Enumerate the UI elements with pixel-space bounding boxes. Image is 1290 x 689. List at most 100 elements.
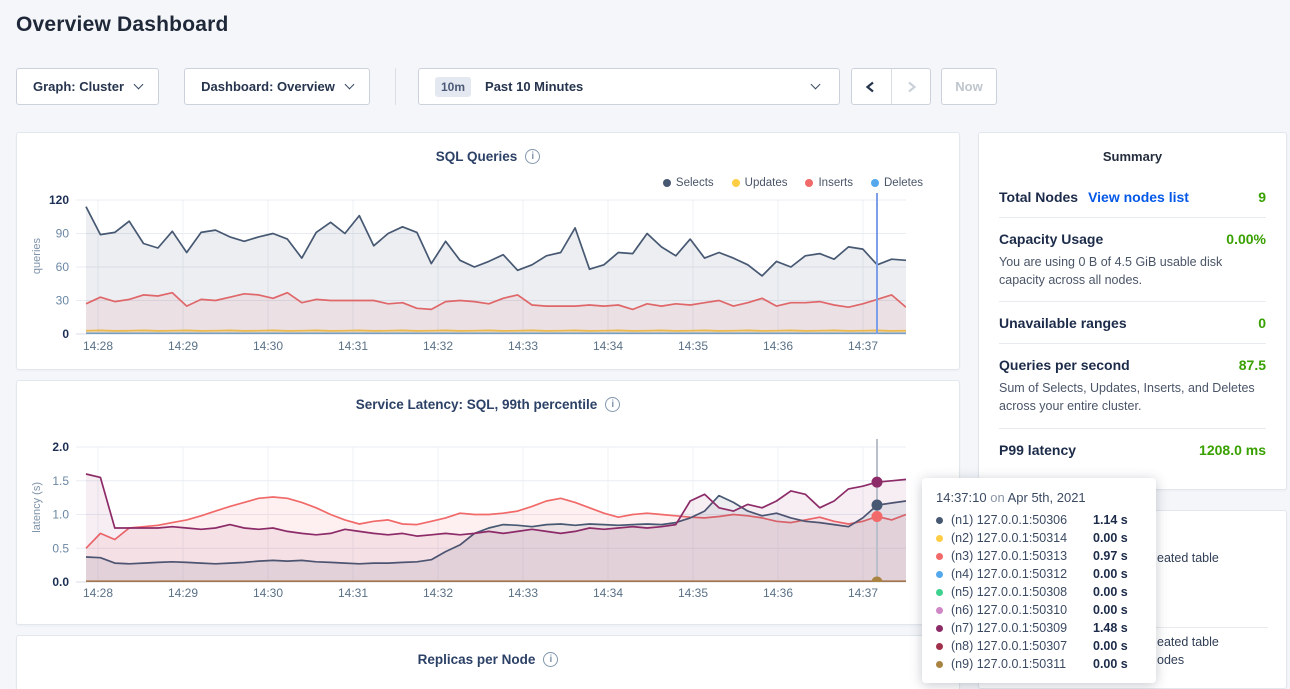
chevron-down-icon: [344, 80, 354, 90]
legend-item-inserts[interactable]: Inserts: [805, 177, 853, 189]
summary-value: 0.00%: [1226, 231, 1266, 247]
tooltip-node-label: (n1) 127.0.0.1:50306: [951, 513, 1093, 527]
tooltip-node-row: (n2) 127.0.0.1:503140.00 s: [936, 529, 1142, 547]
svg-text:14:31: 14:31: [338, 339, 368, 353]
chevron-left-icon: [864, 80, 878, 94]
chevron-down-icon: [811, 80, 821, 90]
tooltip-node-value: 1.48 s: [1093, 621, 1128, 635]
sql-queries-chart[interactable]: 14:2814:2914:3014:3114:3214:3314:3414:35…: [17, 193, 961, 365]
tooltip-node-label: (n7) 127.0.0.1:50309: [951, 621, 1093, 635]
tooltip-node-label: (n6) 127.0.0.1:50310: [951, 603, 1093, 617]
summary-row: Unavailable ranges 0: [999, 301, 1266, 343]
sql-queries-legend: Selects Updates Inserts Deletes: [663, 177, 923, 189]
time-nav-group: [851, 68, 931, 105]
time-back-button[interactable]: [852, 69, 891, 104]
svg-text:14:33: 14:33: [508, 339, 538, 353]
legend-dot-icon: [871, 179, 879, 187]
info-icon[interactable]: i: [525, 149, 540, 164]
tooltip-node-row: (n6) 127.0.0.1:503100.00 s: [936, 601, 1142, 619]
node-color-dot-icon: [936, 661, 943, 668]
svg-text:14:35: 14:35: [678, 586, 708, 600]
event-item-text: eated table: [1157, 635, 1219, 649]
node-color-dot-icon: [936, 589, 943, 596]
summary-label: P99 latency: [999, 442, 1076, 458]
svg-text:14:31: 14:31: [338, 586, 368, 600]
sql-queries-title: SQL Queries: [436, 149, 518, 164]
tooltip-node-value: 1.14 s: [1093, 513, 1128, 527]
tooltip-node-value: 0.00 s: [1093, 639, 1128, 653]
svg-text:1.5: 1.5: [52, 474, 69, 488]
tooltip-node-row: (n1) 127.0.0.1:503061.14 s: [936, 511, 1142, 529]
event-divider: [1155, 627, 1268, 628]
summary-description: Sum of Selects, Updates, Inserts, and De…: [999, 379, 1266, 415]
tooltip-node-row: (n3) 127.0.0.1:503130.97 s: [936, 547, 1142, 565]
summary-value: 87.5: [1239, 357, 1266, 373]
summary-label: Capacity Usage: [999, 231, 1103, 247]
svg-text:14:37: 14:37: [848, 339, 878, 353]
summary-description: You are using 0 B of 4.5 GiB usable disk…: [999, 253, 1266, 289]
time-range-dropdown[interactable]: 10m Past 10 Minutes: [418, 68, 840, 105]
node-color-dot-icon: [936, 553, 943, 560]
svg-text:14:30: 14:30: [253, 586, 283, 600]
tooltip-node-value: 0.00 s: [1093, 567, 1128, 581]
tooltip-node-label: (n5) 127.0.0.1:50308: [951, 585, 1093, 599]
tooltip-node-row: (n9) 127.0.0.1:503110.00 s: [936, 655, 1142, 673]
service-latency-card: Service Latency: SQL, 99th percentile i …: [16, 380, 960, 625]
tooltip-node-value: 0.00 s: [1093, 657, 1128, 671]
legend-label: Updates: [745, 177, 788, 189]
svg-text:0.5: 0.5: [52, 541, 69, 555]
tooltip-node-row: (n7) 127.0.0.1:503091.48 s: [936, 619, 1142, 637]
legend-item-selects[interactable]: Selects: [663, 177, 714, 189]
svg-text:30: 30: [56, 294, 70, 308]
now-button[interactable]: Now: [941, 68, 997, 105]
legend-label: Inserts: [818, 177, 853, 189]
legend-label: Selects: [676, 177, 714, 189]
svg-text:14:32: 14:32: [423, 586, 453, 600]
legend-label: Deletes: [884, 177, 923, 189]
legend-item-deletes[interactable]: Deletes: [871, 177, 923, 189]
event-item-text: odes: [1157, 653, 1184, 667]
tooltip-node-row: (n4) 127.0.0.1:503120.00 s: [936, 565, 1142, 583]
svg-text:120: 120: [49, 193, 69, 207]
svg-text:14:33: 14:33: [508, 586, 538, 600]
svg-text:14:34: 14:34: [593, 586, 623, 600]
legend-dot-icon: [732, 179, 740, 187]
svg-text:0: 0: [62, 327, 69, 341]
svg-text:14:37: 14:37: [848, 586, 878, 600]
summary-label: Unavailable ranges: [999, 315, 1127, 331]
tooltip-node-value: 0.00 s: [1093, 603, 1128, 617]
view-nodes-list-link[interactable]: View nodes list: [1088, 189, 1189, 205]
node-color-dot-icon: [936, 571, 943, 578]
svg-text:14:36: 14:36: [763, 586, 793, 600]
tooltip-timestamp: 14:37:10 on Apr 5th, 2021: [936, 490, 1142, 505]
info-icon[interactable]: i: [605, 397, 620, 412]
summary-value: 0: [1258, 315, 1266, 331]
chart-hover-tooltip: 14:37:10 on Apr 5th, 2021 (n1) 127.0.0.1…: [922, 478, 1156, 683]
legend-dot-icon: [805, 179, 813, 187]
dashboard-dropdown-label: Dashboard: Overview: [201, 79, 335, 94]
graph-dropdown[interactable]: Graph: Cluster: [16, 68, 159, 105]
tooltip-node-label: (n4) 127.0.0.1:50312: [951, 567, 1093, 581]
summary-title: Summary: [999, 149, 1266, 164]
dashboard-dropdown[interactable]: Dashboard: Overview: [184, 68, 370, 105]
legend-dot-icon: [663, 179, 671, 187]
svg-text:14:30: 14:30: [253, 339, 283, 353]
node-color-dot-icon: [936, 625, 943, 632]
tooltip-node-value: 0.00 s: [1093, 585, 1128, 599]
legend-item-updates[interactable]: Updates: [732, 177, 788, 189]
node-color-dot-icon: [936, 607, 943, 614]
svg-text:60: 60: [56, 260, 70, 274]
time-range-label: Past 10 Minutes: [485, 79, 583, 94]
service-latency-title: Service Latency: SQL, 99th percentile: [356, 397, 598, 412]
chevron-right-icon: [904, 80, 918, 94]
time-forward-button[interactable]: [891, 69, 930, 104]
svg-text:90: 90: [56, 227, 70, 241]
replicas-per-node-card: Replicas per Node i: [16, 635, 960, 689]
svg-text:14:34: 14:34: [593, 339, 623, 353]
info-icon[interactable]: i: [543, 652, 558, 667]
service-latency-chart[interactable]: 14:2814:2914:3014:3114:3214:3314:3414:35…: [17, 439, 961, 611]
node-color-dot-icon: [936, 535, 943, 542]
node-color-dot-icon: [936, 643, 943, 650]
svg-text:1.0: 1.0: [52, 508, 69, 522]
sql-queries-card: SQL Queries i Selects Updates Inserts Delet…: [16, 132, 960, 370]
